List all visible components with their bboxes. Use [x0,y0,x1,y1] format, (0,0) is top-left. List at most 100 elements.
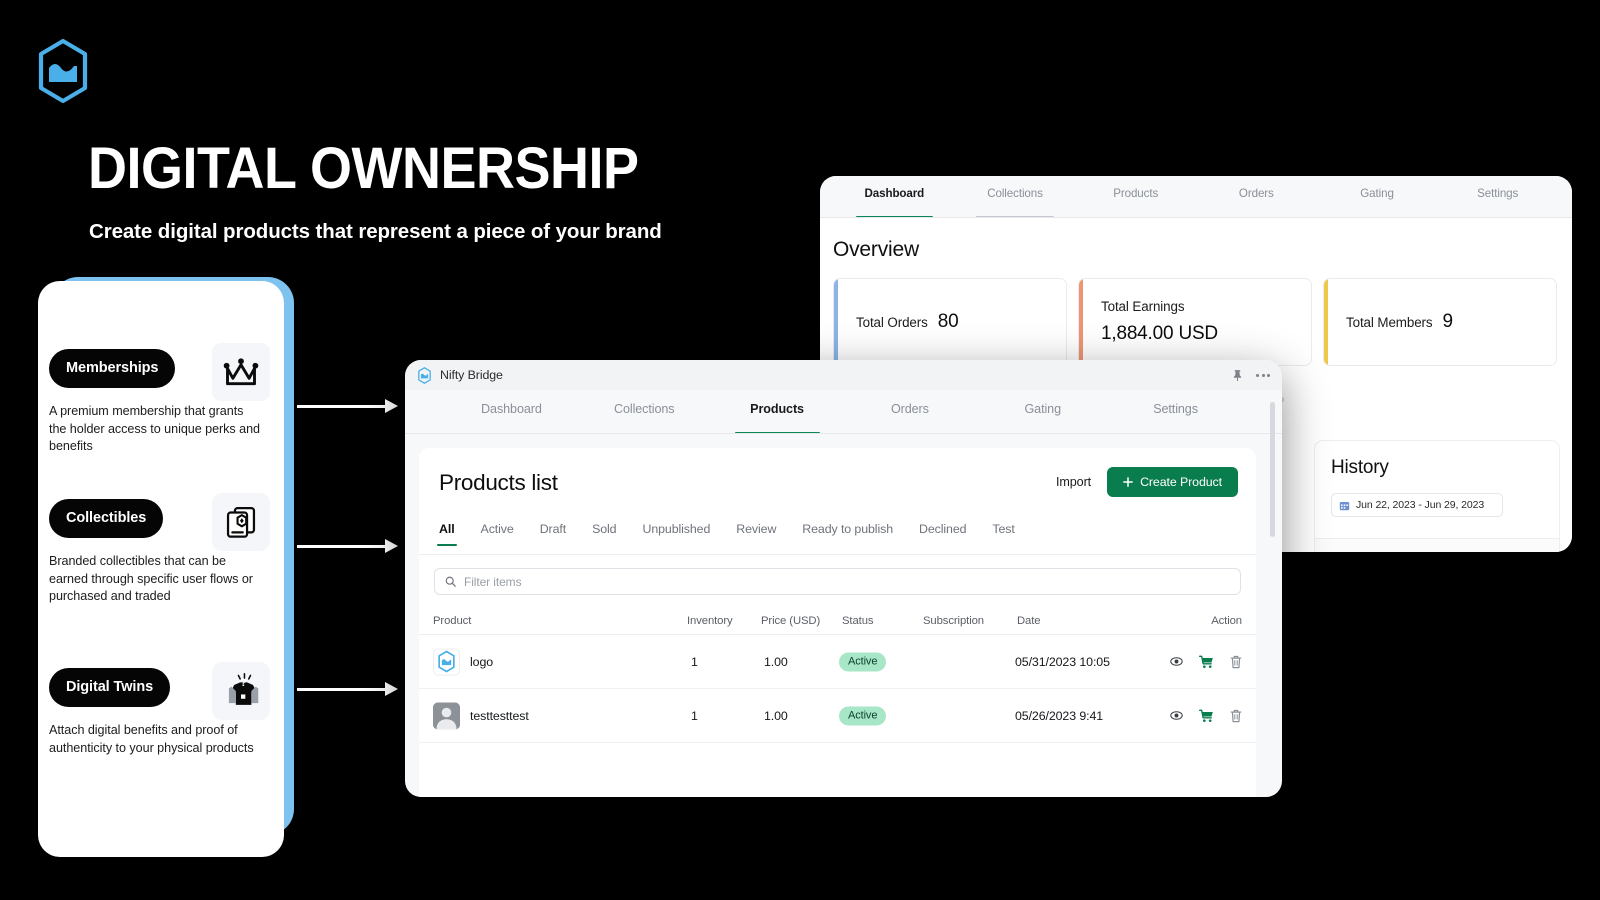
tab-label: Orders [890,402,929,416]
col-inventory: Inventory [687,615,733,627]
tab-orders[interactable]: Orders [1196,176,1317,218]
pin-icon[interactable] [1232,369,1243,382]
filter-ready-to-publish[interactable]: Ready to publish [802,522,893,546]
filter-draft[interactable]: Draft [540,522,566,546]
filter-unpublished[interactable]: Unpublished [642,522,710,546]
window-title: Nifty Bridge [440,368,503,382]
tab-gating[interactable]: Gating [1317,176,1438,218]
cell-inventory: 1 [691,708,698,723]
stat-value: 1,884.00 USD [1101,323,1218,344]
stat-accent-bar [1079,279,1083,365]
overview-heading: Overview [833,238,919,261]
filter-active[interactable]: Active [481,522,514,546]
cell-price: 1.00 [764,654,788,669]
table-row[interactable]: testtesttest 1 1.00 Active 05/26/2023 9:… [419,689,1256,743]
products-list-title: Products list [439,470,558,495]
tab-collections[interactable]: Collections [955,176,1076,218]
status-filter-tabs: All Active Draft Sold Unpublished Review… [419,522,1256,555]
filter-review[interactable]: Review [736,522,776,546]
filter-declined[interactable]: Declined [919,522,967,546]
tab-label: Gating [1024,402,1061,416]
person-avatar [433,702,460,729]
row-actions [1170,655,1242,669]
col-date: Date [1017,615,1041,627]
tab-gating[interactable]: Gating [976,390,1109,434]
tab-dashboard[interactable]: Dashboard [834,176,955,218]
tab-settings[interactable]: Settings [1437,176,1558,218]
stat-card-total-members: Total Members 9 [1323,278,1557,366]
col-price: Price (USD) [761,615,821,627]
filter-all[interactable]: All [437,522,457,546]
tshirt-question-icon: ? [212,662,270,720]
feature-label-memberships: Memberships [49,349,176,388]
products-tabbar: Dashboard Collections Products Orders Ga… [405,390,1282,434]
svg-text:?: ? [240,677,247,689]
card-header: Products list Import Create Product [419,448,1256,522]
date-range-value: Jun 22, 2023 - Jun 29, 2023 [1356,499,1485,511]
trash-icon[interactable] [1230,709,1242,723]
tabbar-divider [405,433,1282,434]
feature-collectibles: Collectibles Branded collectibles that c… [38,493,284,603]
tab-label: Collections [987,187,1043,200]
feature-memberships: Memberships A premium membership that gr… [38,343,284,453]
tab-label: Products [750,402,804,416]
col-action: Action [1211,615,1242,627]
tab-products[interactable]: Products [1075,176,1196,218]
cart-icon[interactable] [1199,709,1214,723]
col-product: Product [433,615,472,627]
tab-label: Settings [1153,402,1198,416]
products-list-card: Products list Import Create Product All [419,448,1256,797]
filter-test[interactable]: Test [992,522,1014,546]
products-table-header: Product Inventory Price (USD) Status Sub… [419,608,1256,635]
history-heading: History [1331,457,1389,478]
eye-icon[interactable] [1170,709,1183,722]
create-product-button[interactable]: Create Product [1107,467,1238,497]
tab-label: Collections [613,402,675,416]
tab-products[interactable]: Products [711,390,844,434]
table-row[interactable]: logo 1 1.00 Active 05/31/2023 10:05 [419,635,1256,689]
filter-sold[interactable]: Sold [592,522,617,546]
col-status: Status [842,615,874,627]
stat-accent-bar [834,279,838,365]
history-card: History Jun 22, 2023 - Jun 29, 2023 Name… [1314,440,1560,552]
calendar-icon [1339,501,1350,510]
cell-date: 05/31/2023 10:05 [1015,654,1110,669]
scrollbar-thumb[interactable] [1270,402,1275,537]
tab-label: Dashboard [481,402,542,416]
stat-card-total-orders: Total Orders 80 [833,278,1067,366]
cell-price: 1.00 [764,708,788,723]
stat-label: Total Orders [856,315,928,330]
tab-label: Products [1113,187,1159,200]
stats-row: Total Orders 80 Total Earnings 1,884.00 … [833,278,1557,366]
hexagon-logo-avatar [433,648,460,675]
nifty-bridge-hexagon-logo [36,38,90,104]
tab-dashboard[interactable]: Dashboard [445,390,578,434]
create-product-label: Create Product [1140,475,1222,489]
arrow-right-icon-3 [297,682,398,696]
feature-label-digital-twins: Digital Twins [49,668,171,707]
tab-settings[interactable]: Settings [1109,390,1242,434]
stat-label: Total Members [1346,315,1433,330]
cart-icon[interactable] [1199,655,1214,669]
eye-icon[interactable] [1170,655,1183,668]
trash-icon[interactable] [1230,655,1242,669]
search-input[interactable]: Filter items [434,568,1241,595]
tab-label: Gating [1360,187,1394,200]
import-button[interactable]: Import [1056,475,1091,489]
dashboard-tabbar: Dashboard Collections Products Orders Ga… [820,176,1572,218]
tab-orders[interactable]: Orders [843,390,976,434]
tab-collections[interactable]: Collections [578,390,711,434]
search-placeholder: Filter items [464,574,522,589]
stat-accent-bar [1324,279,1328,365]
tab-label: Dashboard [864,187,925,200]
more-horizontal-icon[interactable] [1256,373,1270,377]
stat-label: Total Earnings [1101,299,1185,314]
feature-description-digital-twins: Attach digital benefits and proof of aut… [49,723,254,755]
page-title: DIGITAL OWNERSHIP [88,136,639,201]
cell-product: logo [470,654,494,669]
page-subtitle: Create digital products that represent a… [89,220,662,243]
date-range-picker[interactable]: Jun 22, 2023 - Jun 29, 2023 [1331,493,1503,517]
products-window: Nifty Bridge Dashboard Collections Produ… [405,360,1282,797]
nifty-bridge-hexagon-logo [418,366,431,384]
stacked-cards-icon [212,493,270,551]
